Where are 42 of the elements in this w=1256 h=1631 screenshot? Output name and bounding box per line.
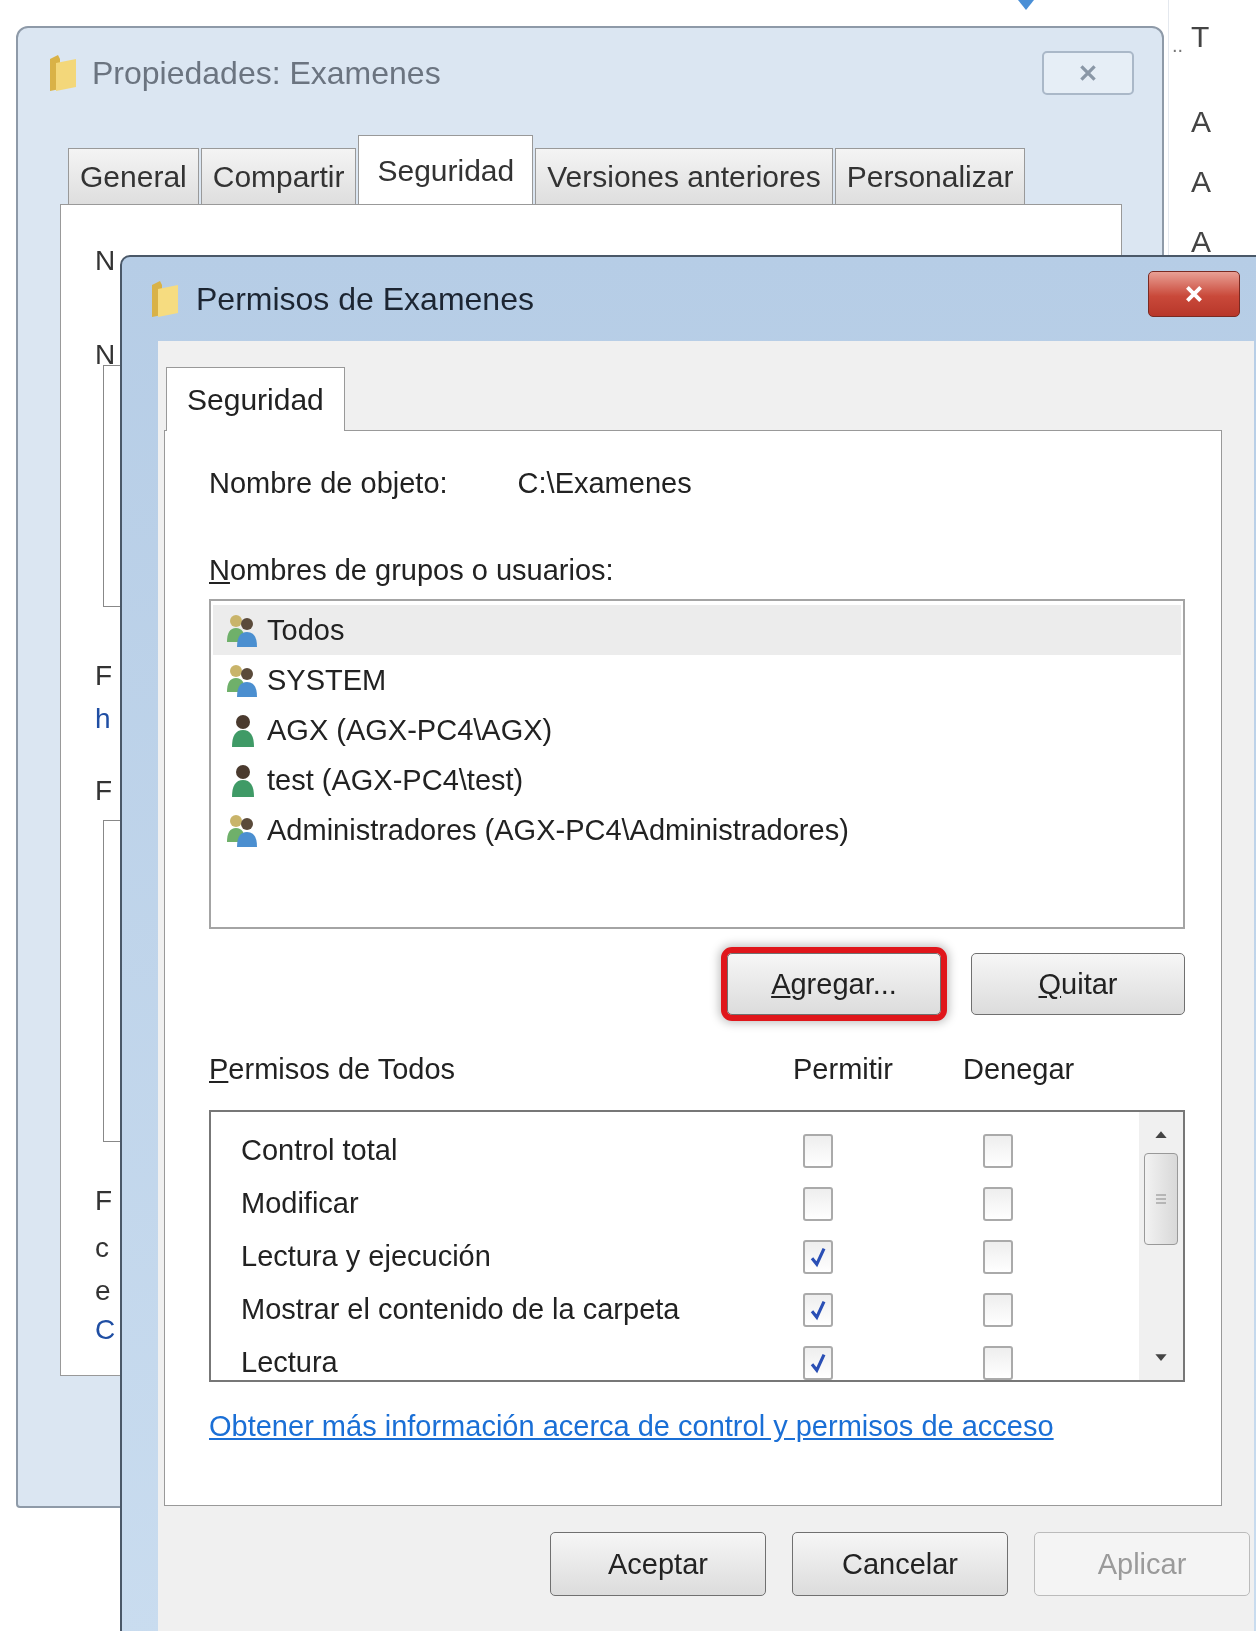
- label: N: [95, 339, 116, 371]
- button[interactable]: Cancelar: [792, 1532, 1008, 1596]
- label: F: [95, 660, 113, 692]
- column-header: Denegar: [963, 1053, 1076, 1086]
- side-text: A: [1191, 165, 1211, 199]
- permission-name: Control total: [241, 1134, 399, 1167]
- tab[interactable]: Seguridad: [166, 367, 345, 431]
- tab[interactable]: General: [68, 148, 199, 204]
- tab[interactable]: Seguridad: [358, 135, 534, 205]
- permission-name: Lectura y ejecución: [241, 1240, 492, 1273]
- tab[interactable]: Compartir: [200, 148, 357, 204]
- label: N: [95, 245, 116, 277]
- side-text: A: [1191, 105, 1211, 139]
- groups-label: Nombres de grupos o usuarios:: [209, 554, 615, 587]
- button[interactable]: Quitar: [971, 953, 1185, 1015]
- object-name-label: Nombre de objeto:: [209, 467, 448, 500]
- user-list-item[interactable]: AGX (AGX-PC4\AGX): [213, 705, 1181, 755]
- label: F: [95, 775, 113, 807]
- user-list-item[interactable]: test (AGX-PC4\test): [213, 755, 1181, 805]
- tab[interactable]: Versiones anteriores: [535, 148, 833, 204]
- label: e: [95, 1275, 111, 1307]
- permissions-label: Permisos de Todos: [209, 1053, 457, 1086]
- link[interactable]: h: [95, 703, 111, 735]
- user-list-item[interactable]: SYSTEM: [213, 655, 1181, 705]
- button[interactable]: Aceptar: [550, 1532, 766, 1596]
- label: c: [95, 1232, 109, 1264]
- user-list-item[interactable]: Administradores (AGX-PC4\Administradores): [213, 805, 1181, 855]
- tab[interactable]: Personalizar: [834, 148, 1026, 204]
- window-title: Propiedades: Examenes: [92, 54, 442, 92]
- window-title: Permisos de Examenes: [196, 280, 535, 318]
- side-text: T: [1191, 20, 1210, 54]
- help-link[interactable]: Obtener más información acerca de control y permisos de acceso: [209, 1410, 1054, 1443]
- link[interactable]: C: [95, 1314, 116, 1346]
- column-header: Permitir: [793, 1053, 894, 1086]
- permission-name: Mostrar el contenido de la carpeta: [241, 1293, 681, 1326]
- object-name: C:\Examenes: [517, 467, 692, 500]
- permission-name: Modificar: [241, 1187, 360, 1220]
- label: F: [95, 1185, 113, 1217]
- permission-name: Lectura: [241, 1346, 339, 1379]
- side-text: ..: [1172, 34, 1184, 57]
- side-text: A: [1191, 225, 1211, 259]
- user-list-item[interactable]: Todos: [213, 605, 1181, 655]
